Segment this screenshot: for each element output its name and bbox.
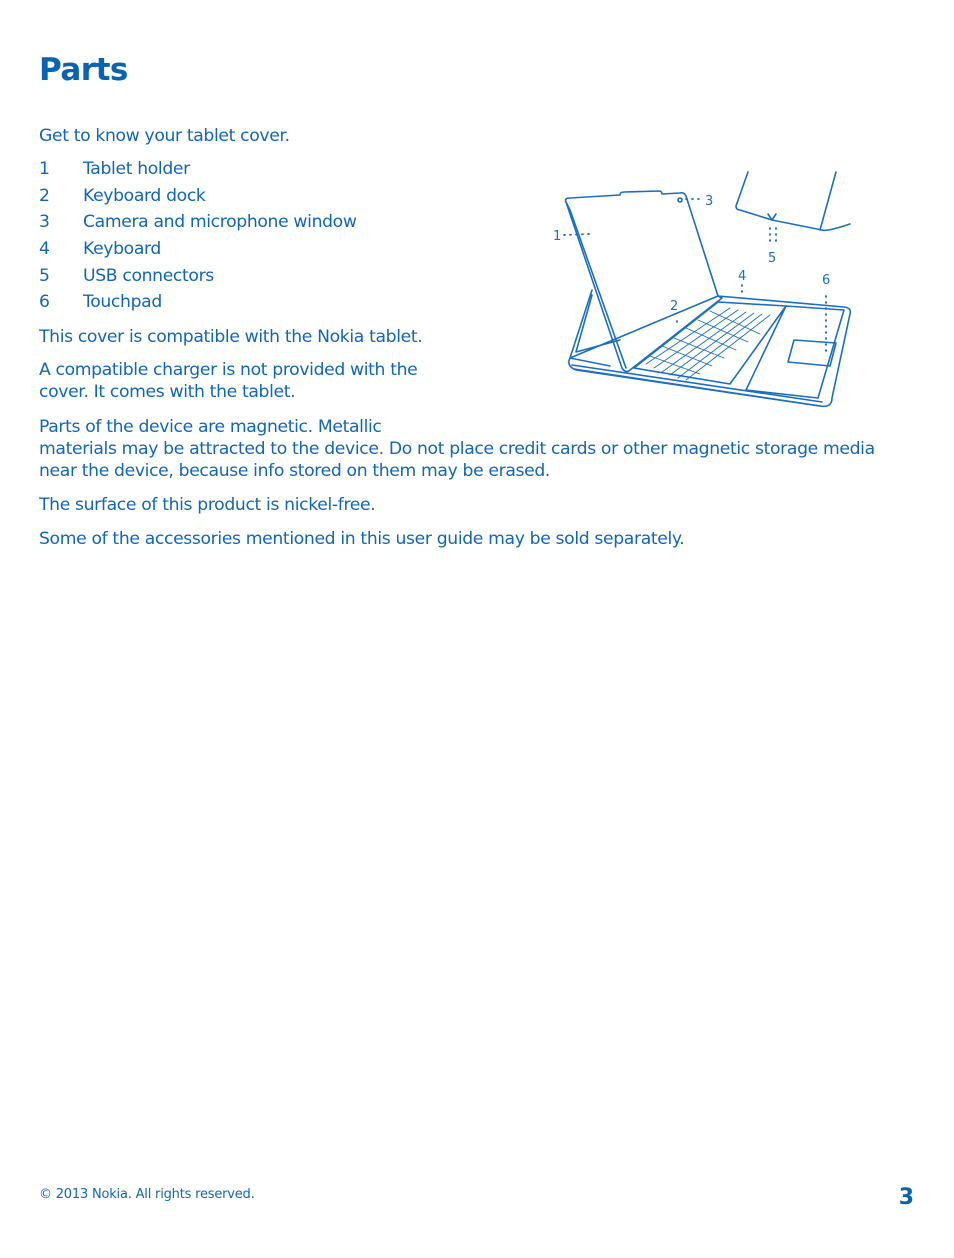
callout-3: 3 (705, 194, 713, 209)
copyright-footer: © 2013 Nokia. All rights reserved. (39, 1187, 255, 1202)
callout-5: 5 (768, 251, 776, 266)
page-number: 3 (898, 1185, 914, 1210)
tablet-cover-illustration: 1 2 3 4 5 6 (553, 171, 852, 408)
list-item: 5 USB connectors (39, 265, 357, 292)
part-label: Keyboard dock (83, 185, 206, 206)
charger-paragraph: A compatible charger is not provided wit… (39, 359, 418, 403)
callout-4: 4 (738, 269, 746, 284)
page-title: Parts (39, 52, 128, 88)
list-item: 6 Touchpad (39, 291, 357, 318)
list-item: 4 Keyboard (39, 238, 357, 265)
palmrest-outline (745, 305, 845, 399)
tablet-outline (564, 190, 723, 373)
intro-text: Get to know your tablet cover. (39, 126, 290, 146)
magnetic-paragraph: Parts of the device are magnetic. Metall… (39, 416, 875, 482)
part-number: 3 (39, 212, 50, 233)
accessories-paragraph: Some of the accessories mentioned in thi… (39, 529, 685, 549)
magnetic-line: Parts of the device are magnetic. Metall… (39, 417, 382, 437)
nickel-paragraph: The surface of this product is nickel-fr… (39, 495, 376, 515)
part-number: 6 (39, 292, 50, 313)
parts-list: 1 Tablet holder 2 Keyboard dock 3 Camera an… (39, 158, 357, 318)
part-number: 2 (39, 185, 50, 206)
part-label: Keyboard (83, 239, 161, 260)
callout-1: 1 (553, 229, 561, 244)
tablet-edge-view (735, 171, 851, 232)
callout-2: 2 (670, 299, 678, 314)
list-item: 3 Camera and microphone window (39, 211, 357, 238)
charger-line: A compatible charger is not provided wit… (39, 360, 418, 380)
part-number: 4 (39, 239, 50, 260)
list-item: 2 Keyboard dock (39, 185, 357, 212)
part-label: Camera and microphone window (83, 212, 357, 233)
part-number: 1 (39, 159, 50, 179)
magnetic-line: near the device, because info stored on … (39, 461, 551, 481)
part-label: Tablet holder (83, 159, 190, 179)
part-label: Touchpad (83, 292, 162, 313)
magnetic-line: materials may be attracted to the device… (39, 439, 875, 459)
compatibility-paragraph: This cover is compatible with the Nokia … (39, 327, 423, 347)
part-label: USB connectors (83, 265, 214, 286)
charger-line: cover. It comes with the tablet. (39, 382, 296, 402)
list-item: 1 Tablet holder (39, 158, 357, 185)
callout-6: 6 (822, 273, 830, 288)
camera-window (677, 197, 683, 203)
part-number: 5 (39, 265, 50, 286)
keyboard-outline (633, 301, 787, 385)
